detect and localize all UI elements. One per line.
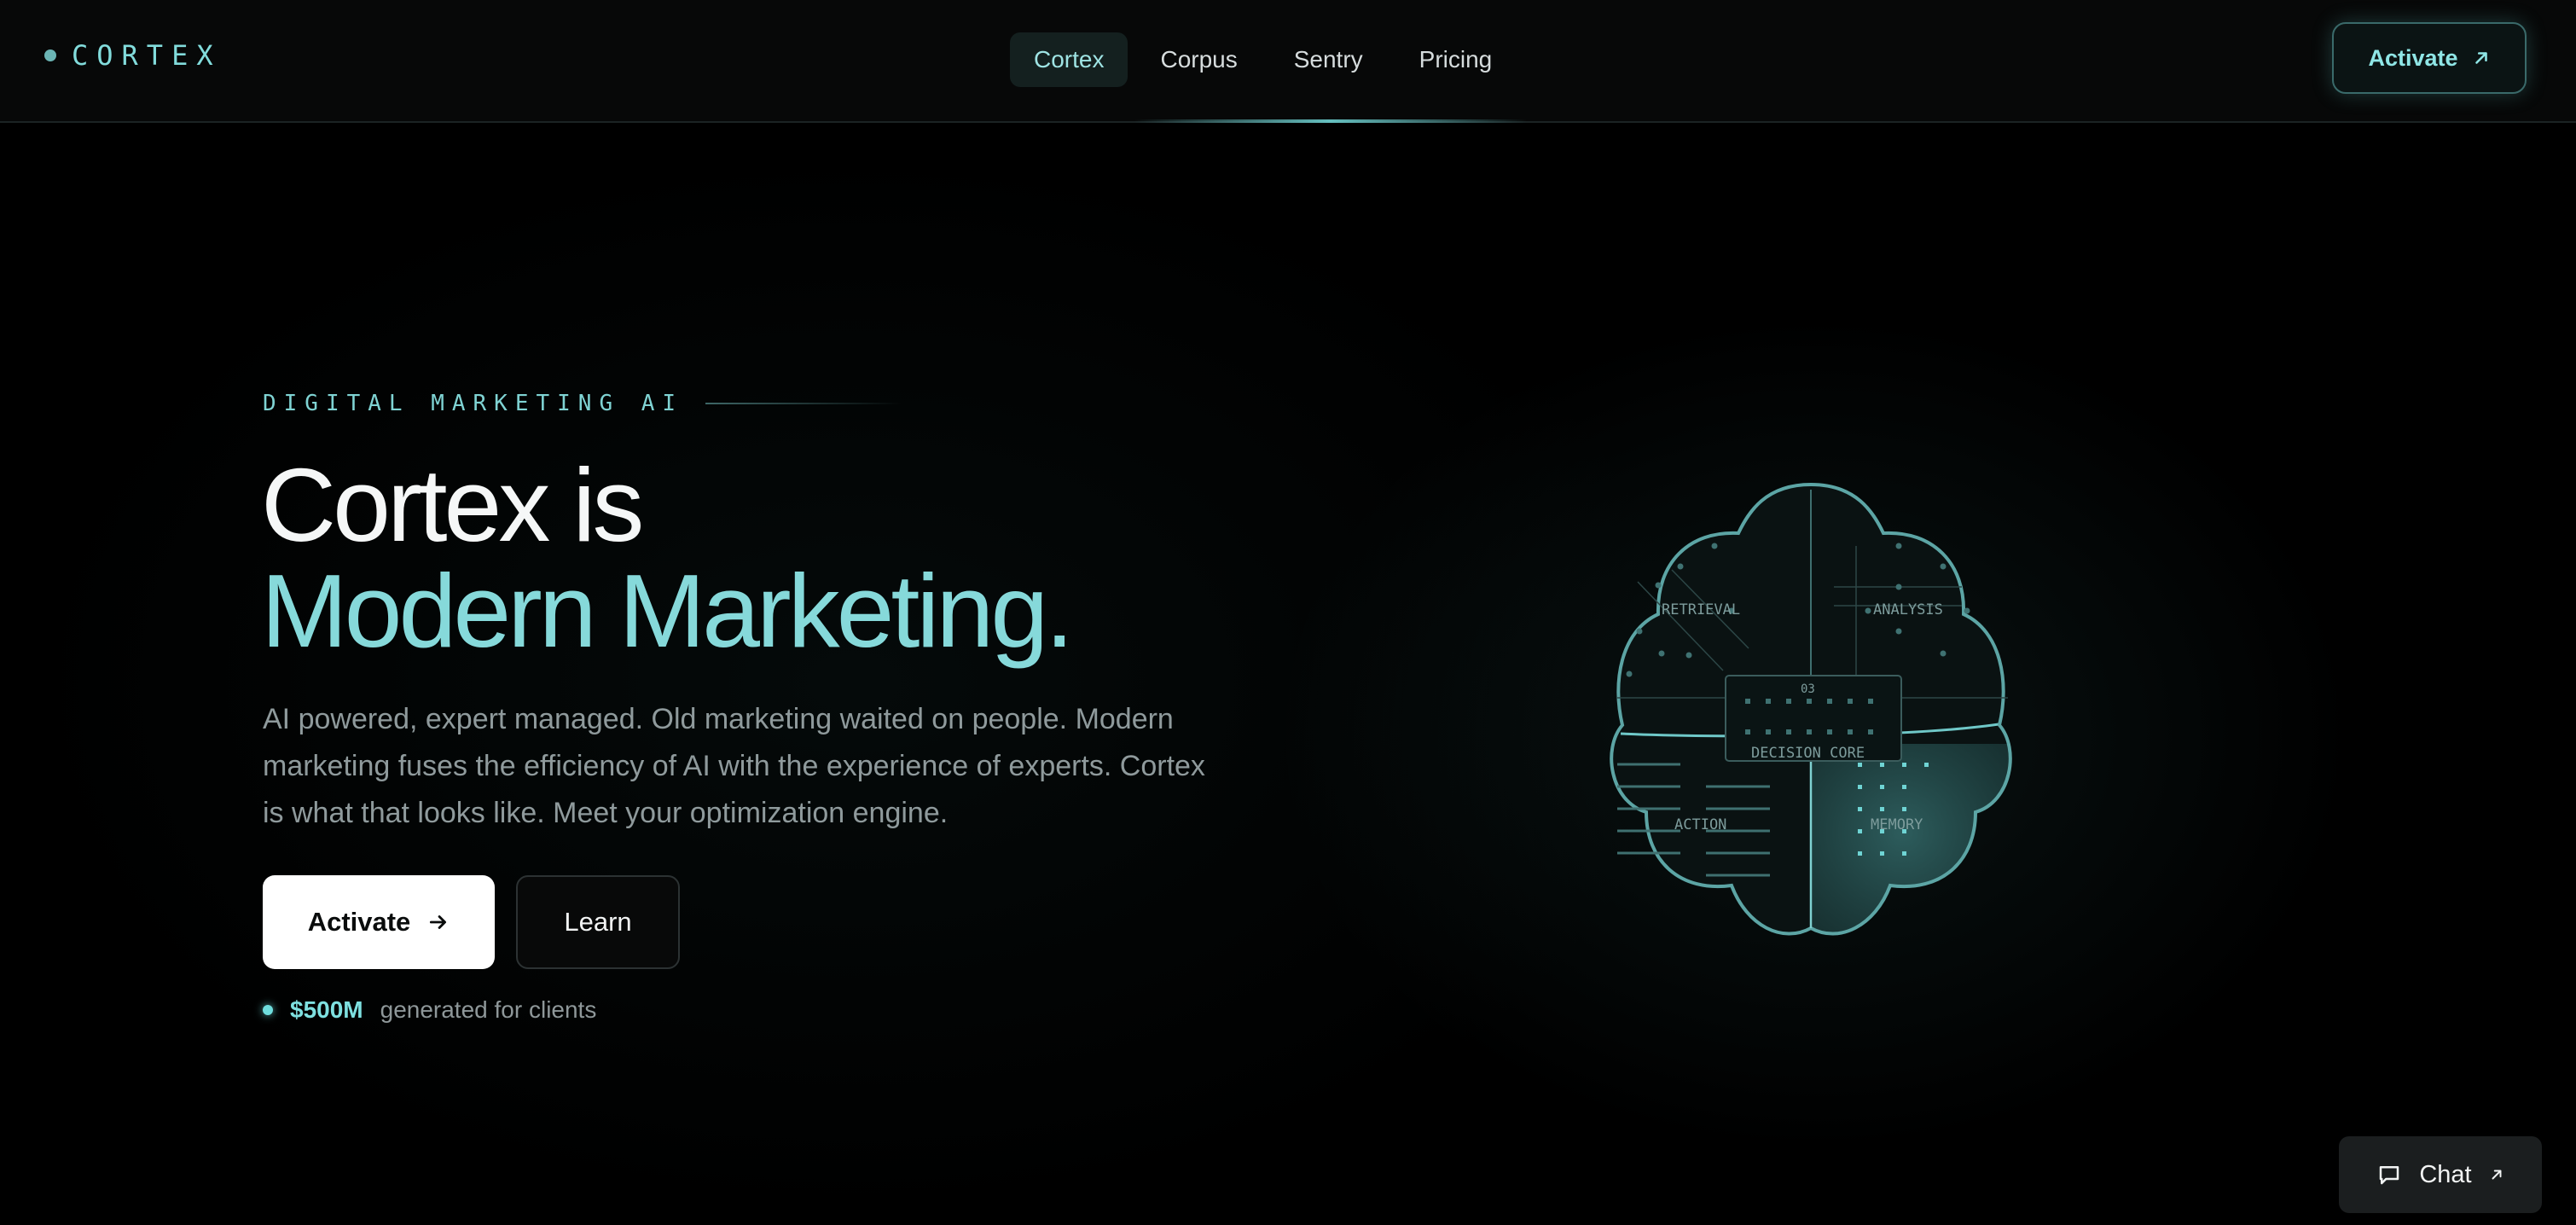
message-square-icon xyxy=(2380,1166,2399,1185)
nav-tab-cortex[interactable]: Cortex xyxy=(1010,32,1128,87)
headline-line-2: Modern Marketing. xyxy=(261,553,1074,669)
learn-button-label: Learn xyxy=(564,907,632,937)
hero-eyebrow: DIGITAL MARKETING AI xyxy=(263,391,902,416)
hero-stat: $500M generated for clients xyxy=(263,996,596,1024)
arrow-up-right-icon xyxy=(2474,52,2487,64)
stat-label: generated for clients xyxy=(380,996,597,1023)
nav-tab-corpus[interactable]: Corpus xyxy=(1136,32,1261,87)
chat-label: Chat xyxy=(2419,1160,2472,1188)
hero-headline: Cortex is Modern Marketing. xyxy=(261,447,1074,669)
label-decision-core: DECISION CORE xyxy=(1751,745,1865,762)
nav-tab-sentry[interactable]: Sentry xyxy=(1270,32,1387,87)
main-nav: Cortex Corpus Sentry Pricing xyxy=(1010,32,1516,87)
arrow-right-icon xyxy=(430,915,447,929)
arrow-up-right-icon xyxy=(2492,1170,2502,1180)
label-memory: MEMORY xyxy=(1871,816,1923,833)
header-activate-label: Activate xyxy=(2368,44,2458,71)
activate-button-label: Activate xyxy=(307,907,411,937)
top-navbar: CORTEX Cortex Corpus Sentry Pricing Acti… xyxy=(0,0,2576,123)
label-action: ACTION xyxy=(1674,816,1726,833)
eyebrow-text: DIGITAL MARKETING AI xyxy=(263,391,684,416)
eyebrow-divider xyxy=(705,403,902,404)
stat-dot-icon xyxy=(263,1005,273,1015)
chat-button[interactable]: Chat xyxy=(2339,1136,2542,1213)
hero-description: AI powered, expert managed. Old marketin… xyxy=(263,703,1205,829)
brand-logo[interactable]: CORTEX xyxy=(44,39,222,72)
brand-dot-icon xyxy=(44,49,56,61)
core-index: 03 xyxy=(1801,682,1815,696)
headline-line-1: Cortex is xyxy=(261,447,644,563)
label-retrieval: RETRIEVAL xyxy=(1662,601,1740,618)
activate-button[interactable]: Activate xyxy=(263,875,495,969)
header-activate-button[interactable]: Activate xyxy=(2332,22,2527,94)
active-tab-indicator xyxy=(1134,119,1527,123)
nav-tab-pricing[interactable]: Pricing xyxy=(1395,32,1517,87)
brand-name: CORTEX xyxy=(72,39,222,72)
learn-button[interactable]: Learn xyxy=(516,875,680,969)
brain-diagram: RETRIEVAL ANALYSIS 03 DECISION CORE ACTI… xyxy=(1610,482,2012,936)
stat-value: $500M xyxy=(290,996,363,1023)
label-analysis: ANALYSIS xyxy=(1873,601,1943,618)
